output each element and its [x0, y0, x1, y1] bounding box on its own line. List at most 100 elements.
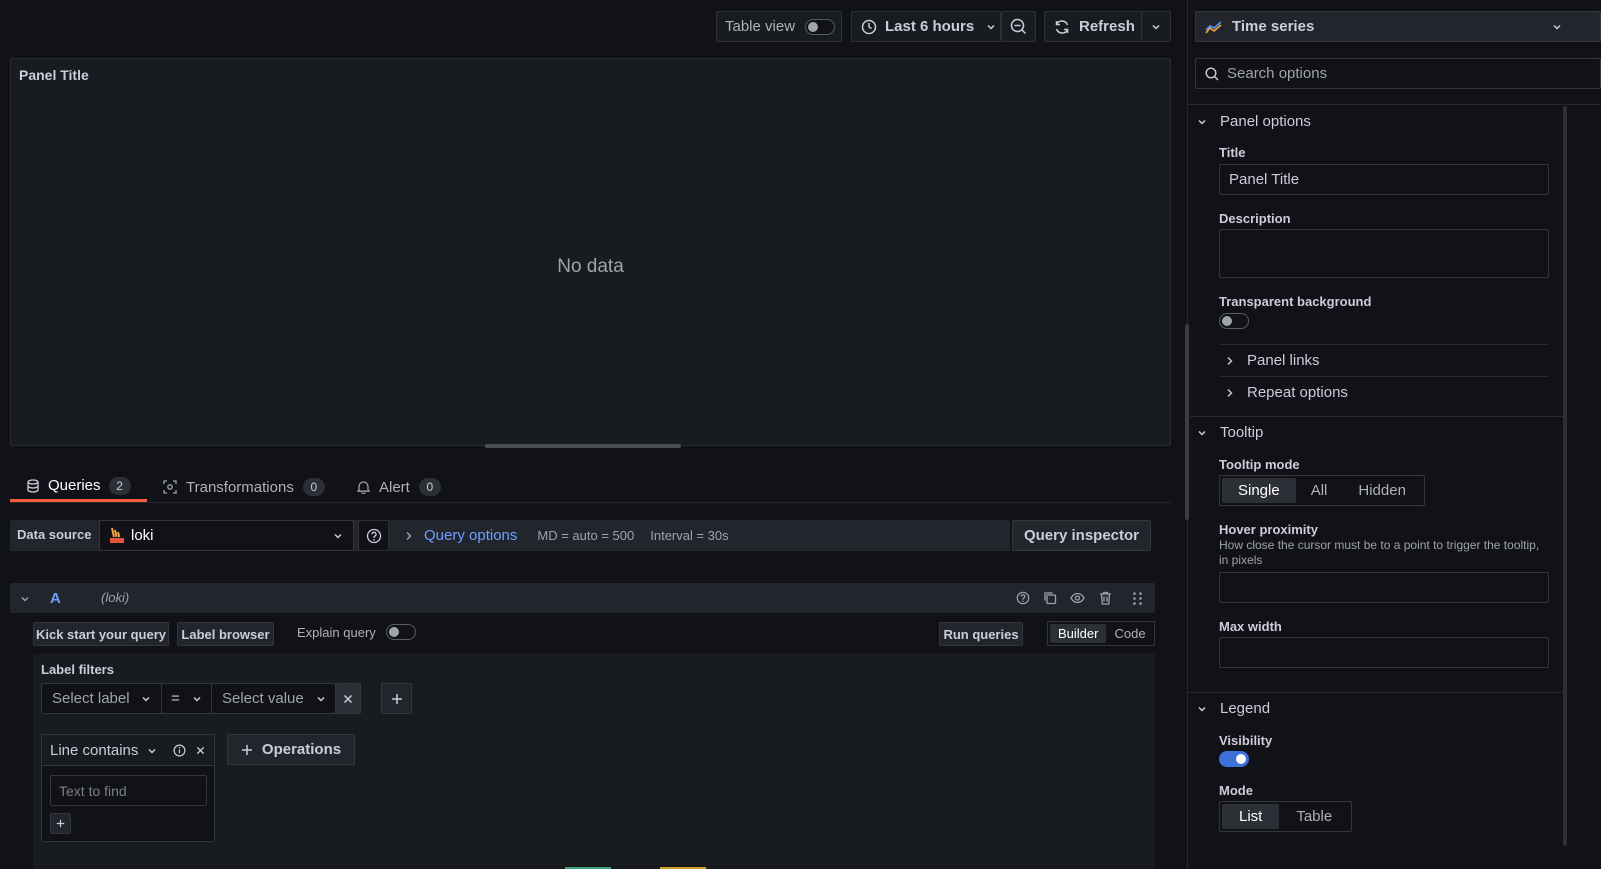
legend-mode-label: Mode [1219, 783, 1253, 798]
tooltip-mode-label: Tooltip mode [1219, 457, 1300, 472]
zoom-out-icon [1010, 18, 1027, 35]
chevron-down-icon [333, 531, 343, 541]
text-to-find-input[interactable]: Text to find [50, 775, 207, 806]
repeat-options-divider [1219, 376, 1549, 377]
table-view-toggle[interactable]: Table view [716, 11, 842, 42]
duplicate-query-icon[interactable] [1043, 591, 1057, 605]
tab-queries[interactable]: Queries 2 [10, 472, 147, 502]
legend-mode-switch[interactable]: List Table [1219, 801, 1353, 832]
add-text-button[interactable] [50, 813, 71, 834]
tooltip-mode-all[interactable]: All [1296, 478, 1343, 503]
refresh-interval-dropdown[interactable] [1141, 11, 1171, 42]
kick-start-button[interactable]: Kick start your query [33, 622, 169, 646]
description-field-label: Description [1219, 211, 1291, 226]
query-inspector-button[interactable]: Query inspector [1012, 520, 1151, 551]
datasource-label: Data source [17, 527, 92, 542]
legend-visibility-switch[interactable] [1219, 751, 1249, 767]
md-info: MD = auto = 500 [537, 528, 635, 543]
query-row-header[interactable] [10, 583, 1155, 613]
operator-dropdown[interactable]: = [161, 683, 212, 714]
tabs-divider [10, 502, 1171, 503]
panel-links-section[interactable]: Panel links [1226, 352, 1320, 369]
select-label-dropdown[interactable]: Select label [41, 683, 162, 714]
tab-transformations[interactable]: Transformations 0 [163, 472, 325, 502]
splitter-handle[interactable] [1185, 324, 1189, 520]
chevron-down-icon [141, 694, 151, 704]
panel-resize-handle[interactable] [485, 444, 681, 448]
plus-icon [241, 744, 253, 756]
info-icon[interactable] [173, 744, 186, 757]
search-options-placeholder: Search options [1227, 65, 1328, 82]
visualization-picker[interactable]: Time series [1195, 11, 1601, 42]
tab-alert[interactable]: Alert 0 [357, 472, 441, 502]
options-header-divider [1188, 104, 1601, 105]
transparent-background-label: Transparent background [1219, 294, 1372, 309]
options-scrollbar[interactable] [1563, 106, 1567, 846]
chevron-right-icon [1226, 388, 1234, 398]
add-operation-button[interactable]: Operations [227, 734, 355, 765]
legend-title: Legend [1220, 700, 1271, 717]
tooltip-mode-single[interactable]: Single [1222, 478, 1296, 503]
datasource-picker[interactable]: loki [99, 520, 354, 551]
legend-mode-table[interactable]: Table [1279, 804, 1349, 829]
repeat-options-section[interactable]: Repeat options [1226, 384, 1348, 401]
chevron-down-icon [1151, 22, 1161, 32]
repeat-options-label: Repeat options [1247, 384, 1348, 401]
builder-mode-option[interactable]: Builder [1050, 624, 1107, 643]
datasource-help-button[interactable] [358, 520, 389, 551]
title-field-label: Title [1219, 145, 1246, 160]
editor-mode-switch[interactable]: Builder Code [1047, 621, 1155, 646]
query-ref-id[interactable]: A [50, 590, 61, 607]
label-browser-button[interactable]: Label browser [177, 622, 274, 646]
code-mode-option[interactable]: Code [1106, 624, 1153, 643]
line-contains-label: Line contains [50, 742, 139, 759]
add-filter-button[interactable] [381, 683, 412, 714]
time-range-picker[interactable]: Last 6 hours [851, 11, 1001, 42]
refresh-button[interactable]: Refresh [1044, 11, 1142, 42]
search-options-input[interactable]: Search options [1195, 58, 1601, 89]
hover-proximity-input[interactable] [1219, 572, 1549, 603]
time-series-icon [1205, 20, 1223, 34]
transparent-background-switch[interactable] [1219, 313, 1249, 329]
refresh-label: Refresh [1079, 18, 1135, 35]
max-width-input[interactable] [1219, 637, 1549, 668]
description-textarea[interactable] [1219, 229, 1549, 278]
chevron-down-icon [1197, 117, 1207, 127]
explain-query-switch[interactable] [385, 624, 416, 640]
remove-filter-button[interactable] [335, 683, 361, 714]
explain-query-toggle[interactable]: Explain query [297, 624, 416, 640]
drag-handle-icon[interactable] [1132, 591, 1143, 606]
trash-icon[interactable] [1099, 591, 1112, 605]
title-input[interactable]: Panel Title [1219, 164, 1549, 195]
tooltip-section[interactable]: Tooltip [1197, 424, 1263, 441]
visibility-label: Visibility [1219, 733, 1273, 748]
operations-label: Operations [261, 741, 342, 758]
hover-proximity-label: Hover proximity [1219, 522, 1318, 537]
query-options-label: Query options [424, 527, 518, 544]
chevron-down-icon [1197, 428, 1207, 438]
panel-options-title: Panel options [1220, 113, 1311, 130]
select-value-dropdown[interactable]: Select value [211, 683, 336, 714]
plus-icon [56, 819, 65, 828]
collapse-chevron-icon[interactable] [20, 594, 30, 604]
run-queries-button[interactable]: Run queries [939, 622, 1023, 646]
database-icon [26, 478, 40, 493]
line-contains-dropdown[interactable]: Line contains [50, 742, 157, 759]
legend-mode-list[interactable]: List [1222, 804, 1280, 829]
time-range-label: Last 6 hours [885, 18, 975, 35]
label-browser-label: Label browser [181, 626, 270, 642]
visualization-name: Time series [1232, 18, 1315, 35]
tooltip-mode-hidden[interactable]: Hidden [1342, 478, 1422, 503]
query-options-toggle[interactable]: Query options MD = auto = 500 Interval =… [396, 520, 729, 551]
tooltip-mode-switch[interactable]: Single All Hidden [1219, 475, 1425, 506]
eye-icon[interactable] [1070, 592, 1085, 604]
zoom-out-button[interactable] [1001, 11, 1036, 42]
queries-count-badge: 2 [108, 476, 131, 495]
panel-options-section[interactable]: Panel options [1197, 113, 1311, 130]
legend-section[interactable]: Legend [1197, 700, 1270, 717]
query-help-icon[interactable] [1016, 591, 1030, 605]
table-view-switch[interactable] [805, 18, 836, 35]
chevron-down-icon [986, 22, 996, 32]
close-icon[interactable] [196, 746, 205, 755]
search-icon [1205, 66, 1219, 81]
